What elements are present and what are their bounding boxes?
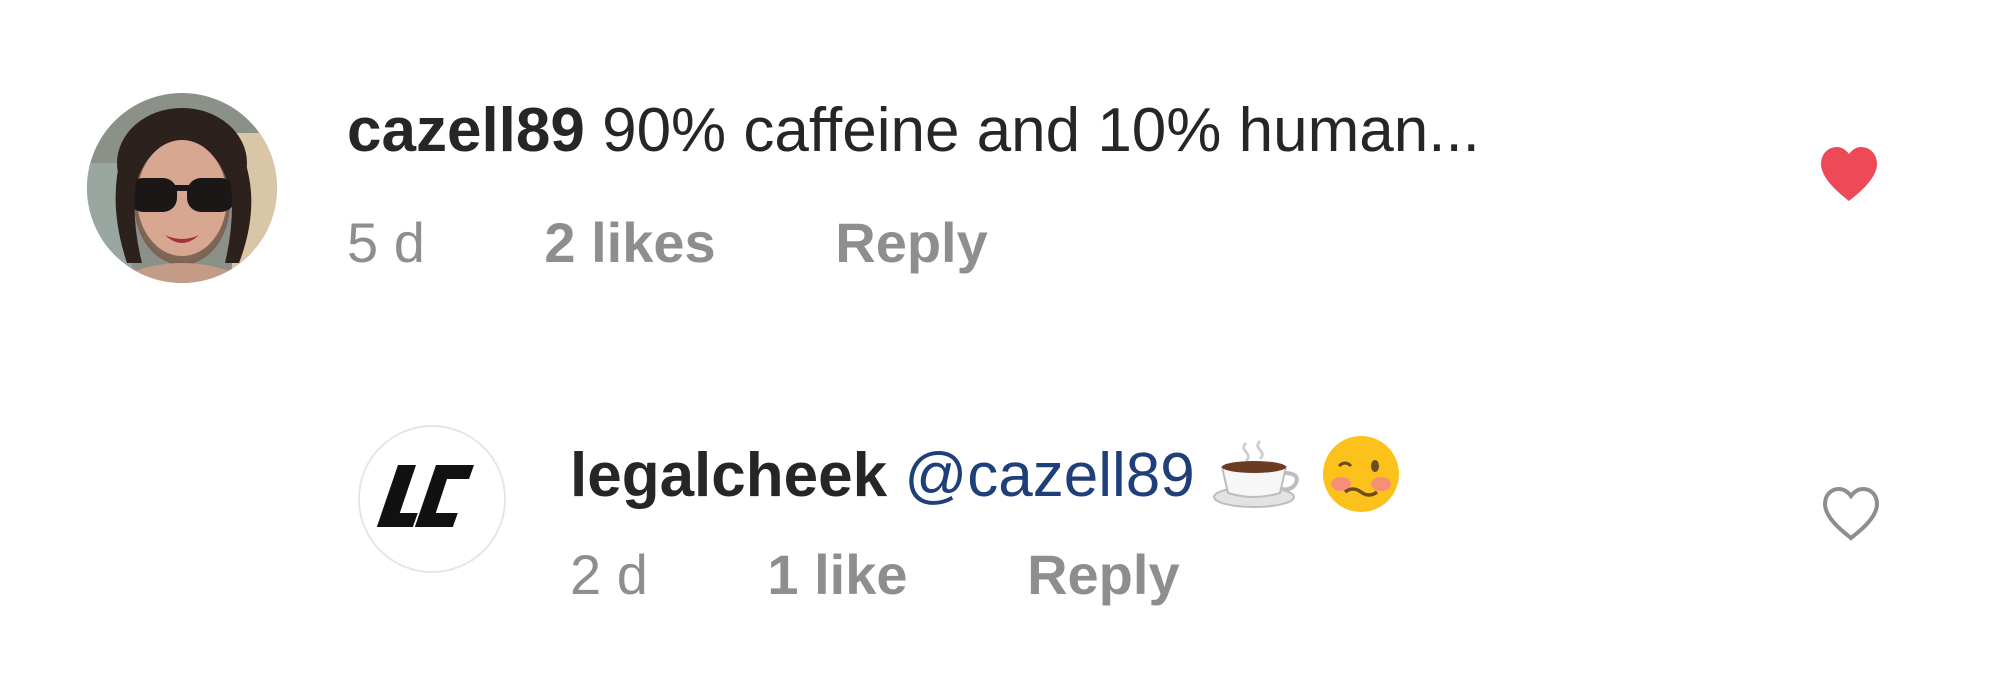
comment-timestamp: 5 d	[347, 211, 425, 274]
comment-likes-count[interactable]: 1 like	[767, 543, 907, 606]
comment-username[interactable]: legalcheek	[570, 441, 887, 510]
reply-button[interactable]: Reply	[835, 211, 988, 274]
coffee-cup-emoji-icon	[1212, 439, 1302, 520]
user-avatar[interactable]	[87, 93, 277, 283]
comment-body: 90% caffeine and 10% human...	[584, 96, 1480, 165]
like-button[interactable]	[1817, 145, 1881, 208]
reply-button[interactable]: Reply	[1027, 543, 1180, 606]
comment-meta: 2 d 1 like Reply	[570, 547, 1180, 603]
mention-link[interactable]: @cazell89	[904, 441, 1194, 510]
woozy-face-emoji-icon	[1319, 432, 1403, 527]
comment-thread: cazell89 90% caffeine and 10% human... 5…	[0, 0, 2000, 700]
comment-meta: 5 d 2 likes Reply	[347, 215, 988, 271]
comment-item: cazell89 90% caffeine and 10% human... 5…	[0, 0, 2000, 300]
comment-likes-count[interactable]: 2 likes	[544, 211, 715, 274]
comment-text-line: cazell89 90% caffeine and 10% human...	[347, 100, 1480, 162]
user-photo-avatar-icon	[87, 93, 277, 283]
heart-outline-icon	[1822, 486, 1880, 541]
user-avatar[interactable]	[358, 425, 506, 573]
lc-logo-icon	[360, 427, 504, 571]
comment-timestamp: 2 d	[570, 543, 648, 606]
heart-filled-icon	[1821, 147, 1877, 201]
reply-comment-item: legalcheek @cazell89 2 d 1 like Reply	[0, 300, 2000, 700]
like-button[interactable]	[1819, 485, 1883, 548]
comment-username[interactable]: cazell89	[347, 96, 585, 165]
comment-text-line: legalcheek @cazell89	[570, 432, 1403, 527]
